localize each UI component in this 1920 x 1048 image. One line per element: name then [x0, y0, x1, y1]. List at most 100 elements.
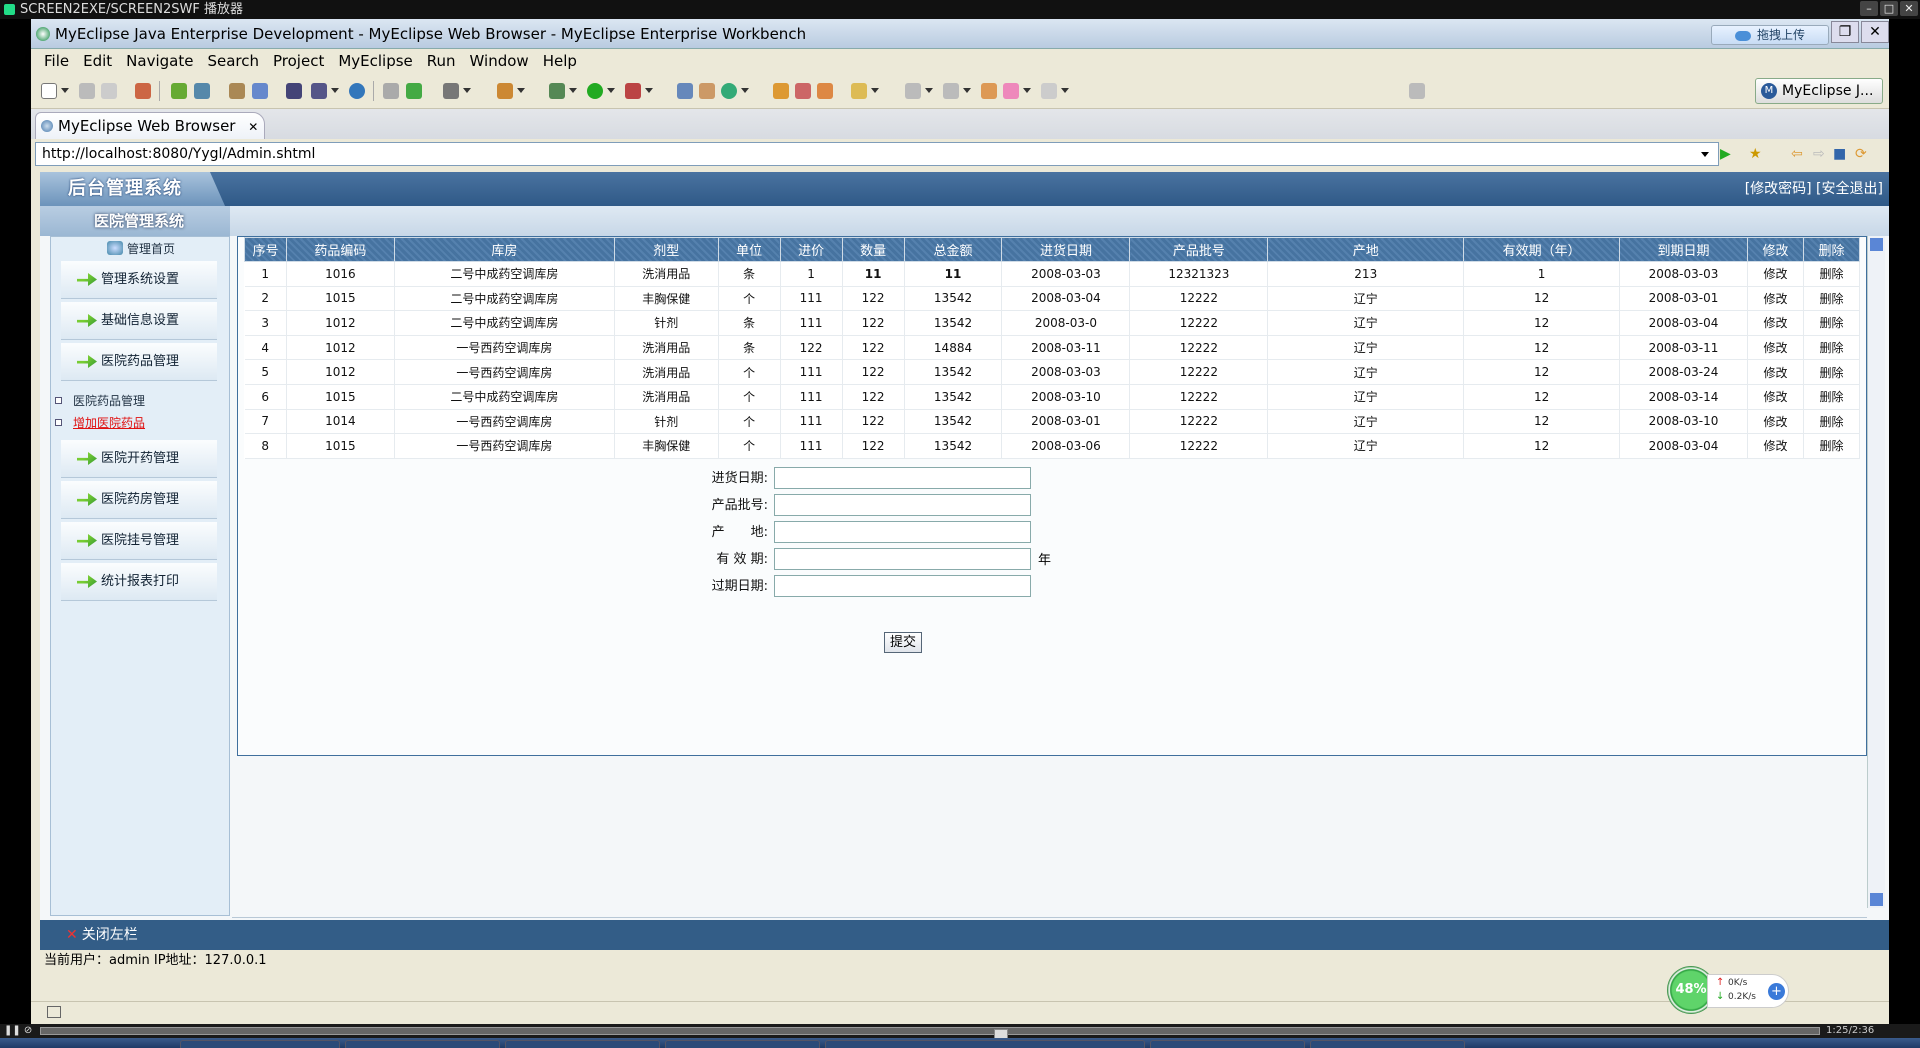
stop-icon[interactable]: ■	[1833, 146, 1849, 162]
go-icon[interactable]: ▶	[1720, 146, 1736, 162]
network-speed-widget[interactable]: 48% ↑ 0K/s ↓ 0.2K/s +	[1667, 966, 1791, 1018]
url-input[interactable]	[35, 142, 1719, 166]
edit-link[interactable]: 修改	[1747, 286, 1804, 312]
debug-server-icon[interactable]	[171, 83, 187, 99]
menu-run[interactable]: Run	[420, 52, 463, 70]
edit-link[interactable]: 修改	[1747, 384, 1804, 410]
player-close-button[interactable]: ✕	[1900, 1, 1918, 16]
deploy-icon[interactable]	[229, 83, 245, 99]
new-wizard-icon[interactable]	[721, 83, 737, 99]
taskbar-item[interactable]	[825, 1040, 1145, 1048]
upload-button[interactable]: 拖拽上传	[1711, 25, 1829, 45]
taskbar-item[interactable]	[665, 1040, 820, 1048]
browser-forward-icon[interactable]: ⇨	[1813, 146, 1829, 162]
edit-link[interactable]: 修改	[1747, 335, 1804, 361]
edit-link[interactable]: 修改	[1747, 433, 1804, 459]
menu-myeclipse[interactable]: MyEclipse	[331, 52, 419, 70]
taskbar-item[interactable]	[180, 1040, 340, 1048]
delete-link[interactable]: 删除	[1803, 409, 1861, 435]
sidebar-item-basic-info[interactable]: 基础信息设置	[61, 302, 217, 340]
menu-search[interactable]: Search	[200, 52, 266, 70]
open-task-icon[interactable]	[795, 83, 811, 99]
run-icon[interactable]	[587, 83, 603, 99]
browser-refresh-icon[interactable]: ⟳	[1855, 146, 1871, 162]
taskbar-item[interactable]	[345, 1040, 500, 1048]
new-dropdown-icon[interactable]	[61, 88, 69, 93]
package-icon[interactable]	[135, 83, 151, 99]
external-tools-icon[interactable]	[625, 83, 641, 99]
player-minimize-button[interactable]: –	[1860, 1, 1878, 16]
clipboard-icon[interactable]	[383, 83, 399, 99]
open-type-icon[interactable]	[773, 83, 789, 99]
sidebar-item-registration[interactable]: 医院挂号管理	[61, 522, 217, 560]
scroll-up-icon[interactable]	[1870, 238, 1883, 251]
run-server-icon[interactable]	[286, 83, 302, 99]
prev-annotation-icon[interactable]	[943, 83, 959, 99]
scroll-down-icon[interactable]	[1870, 893, 1883, 906]
submit-button[interactable]: 提交	[884, 632, 922, 653]
form-input[interactable]	[774, 548, 1031, 570]
form-input[interactable]	[774, 494, 1031, 516]
taskbar-item[interactable]	[1150, 1040, 1305, 1048]
account-links[interactable]: [修改密码] [安全退出]	[1745, 172, 1883, 206]
browser-icon[interactable]	[349, 83, 365, 99]
sidebar-item-reports[interactable]: 统计报表打印	[61, 563, 217, 601]
menu-window[interactable]: Window	[463, 52, 536, 70]
close-button[interactable]: ✕	[1861, 21, 1889, 43]
delete-link[interactable]: 删除	[1803, 286, 1861, 312]
open-perspective-icon[interactable]	[1409, 83, 1425, 99]
new-project-icon[interactable]	[677, 83, 693, 99]
delete-link[interactable]: 删除	[1803, 433, 1861, 459]
delete-link[interactable]: 删除	[1803, 335, 1861, 361]
sidebar-item-drug-management[interactable]: 医院药品管理	[61, 343, 217, 381]
menu-navigate[interactable]: Navigate	[119, 52, 200, 70]
favorites-icon[interactable]: ★	[1749, 146, 1765, 162]
form-input[interactable]	[774, 467, 1031, 489]
perspective-switcher[interactable]: M MyEclipse J...	[1755, 78, 1883, 104]
menu-file[interactable]: File	[37, 52, 76, 70]
back-icon[interactable]	[1003, 83, 1019, 99]
edit-link[interactable]: 修改	[1747, 409, 1804, 435]
form-input[interactable]	[774, 575, 1031, 597]
menu-help[interactable]: Help	[536, 52, 584, 70]
taskbar-item[interactable]	[505, 1040, 660, 1048]
edit-link[interactable]: 修改	[1747, 310, 1804, 336]
form-input[interactable]	[774, 521, 1031, 543]
sidebar-home[interactable]: 管理首页	[51, 237, 229, 261]
plus-icon[interactable]: +	[1768, 983, 1785, 1000]
player-maximize-button[interactable]: □	[1880, 1, 1898, 16]
forward-icon[interactable]	[1041, 83, 1057, 99]
tab-web-browser[interactable]: MyEclipse Web Browser ✕	[35, 112, 265, 139]
url-history-dropdown-icon[interactable]	[1701, 152, 1709, 157]
tab-close-icon[interactable]: ✕	[248, 120, 258, 134]
undeploy-icon[interactable]	[252, 83, 268, 99]
refresh-icon[interactable]	[406, 83, 422, 99]
image-icon[interactable]	[443, 83, 459, 99]
sidebar-item-pharmacy[interactable]: 医院药房管理	[61, 481, 217, 519]
print-icon[interactable]	[101, 83, 117, 99]
browser-back-icon[interactable]: ⇦	[1791, 146, 1807, 162]
delete-link[interactable]: 删除	[1803, 310, 1861, 336]
close-sidebar-link[interactable]: ✕ 关闭左栏	[66, 927, 138, 943]
taskbar-item[interactable]	[1310, 1040, 1465, 1048]
new-icon[interactable]	[41, 83, 57, 99]
delete-link[interactable]: 删除	[1803, 359, 1861, 385]
pause-icon[interactable]: ❚❚ ⊘	[4, 1026, 32, 1036]
restore-button[interactable]: ❐	[1831, 21, 1859, 43]
database-icon[interactable]	[311, 83, 327, 99]
last-edit-icon[interactable]	[981, 83, 997, 99]
next-annotation-icon[interactable]	[905, 83, 921, 99]
sidebar-item-prescription[interactable]: 医院开药管理	[61, 440, 217, 478]
search-icon[interactable]	[817, 83, 833, 99]
vertical-scrollbar[interactable]	[1867, 236, 1885, 908]
debug-icon[interactable]	[549, 83, 565, 99]
edit-link[interactable]: 修改	[1747, 359, 1804, 385]
delete-link[interactable]: 删除	[1803, 384, 1861, 410]
new-package-icon[interactable]	[699, 83, 715, 99]
sidebar-item-system-settings[interactable]: 管理系统设置	[61, 261, 217, 299]
subitem-add-drug[interactable]: 增加医院药品	[51, 412, 229, 434]
edit-link[interactable]: 修改	[1747, 261, 1804, 287]
delete-link[interactable]: 删除	[1803, 261, 1861, 287]
server-icon[interactable]	[194, 83, 210, 99]
new-class-icon[interactable]	[497, 83, 513, 99]
